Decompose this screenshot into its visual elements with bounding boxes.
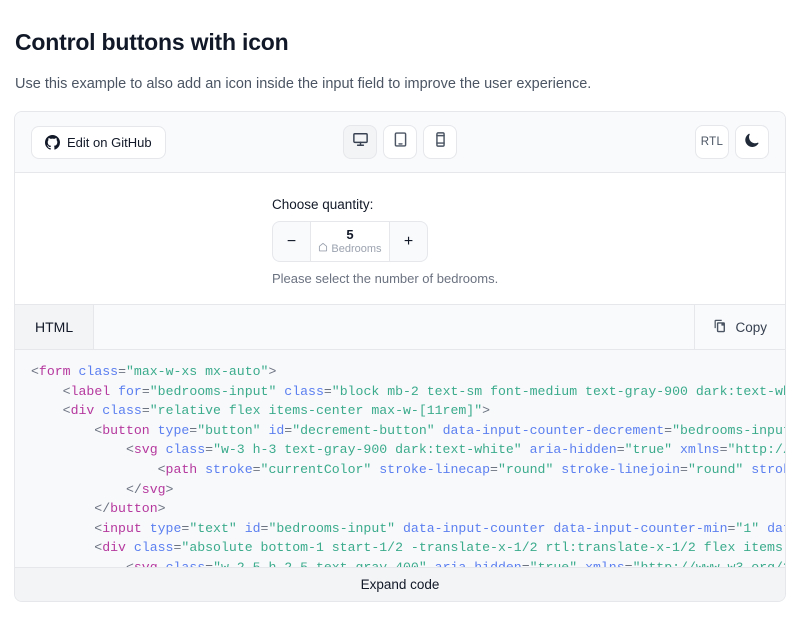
example-toolbar: Edit on GitHub RTL [15, 112, 785, 173]
github-icon [45, 135, 60, 150]
edit-on-github-button[interactable]: Edit on GitHub [31, 126, 166, 159]
page-subtitle: Use this example to also add an icon ins… [15, 75, 592, 92]
edit-on-github-label: Edit on GitHub [67, 135, 152, 150]
quantity-demo: Choose quantity: − 5 Bedrooms + Please s… [270, 197, 530, 286]
mobile-icon [432, 131, 449, 153]
page-root: Control buttons with icon Use this examp… [0, 0, 800, 625]
device-desktop-button[interactable] [343, 125, 377, 159]
quantity-label: Choose quantity: [272, 197, 374, 212]
code-line: <input type="text" id="bedrooms-input" d… [31, 520, 785, 536]
example-card: Edit on GitHub RTL Choose quantity: − 5 … [14, 111, 786, 602]
moon-icon [744, 132, 760, 153]
expand-code-button[interactable]: Expand code [15, 567, 785, 601]
code-line: <label for="bedrooms-input" class="block… [31, 383, 785, 399]
code-line: <div class="relative flex items-center m… [31, 403, 491, 419]
device-preview-group [343, 125, 457, 159]
bedrooms-input[interactable]: 5 Bedrooms [310, 221, 390, 262]
rtl-toggle-button[interactable]: RTL [695, 125, 729, 159]
code-line: <div class="absolute bottom-1 start-1/2 … [31, 540, 785, 556]
code-line: <form class="max-w-xs mx-auto"> [31, 364, 277, 379]
tablet-icon [392, 131, 409, 153]
device-tablet-button[interactable] [383, 125, 417, 159]
tab-html[interactable]: HTML [15, 305, 95, 349]
toolbar-right-group: RTL [695, 125, 769, 159]
desktop-icon [352, 131, 369, 153]
code-line: </button> [31, 501, 166, 517]
code-tabs-bar: HTML Copy [15, 305, 785, 350]
page-title: Control buttons with icon [15, 29, 289, 56]
bedrooms-input-value: 5 [346, 226, 354, 242]
code-line: <svg class="w-3 h-3 text-gray-900 dark:t… [31, 442, 785, 458]
bedrooms-unit-label: Bedrooms [331, 242, 382, 255]
quantity-stepper: − 5 Bedrooms + [272, 221, 428, 262]
quantity-helper-text: Please select the number of bedrooms. [272, 271, 499, 286]
example-preview: Choose quantity: − 5 Bedrooms + Please s… [15, 173, 785, 305]
code-line: <button type="button" id="decrement-butt… [31, 422, 785, 438]
bedrooms-unit: Bedrooms [318, 242, 382, 256]
device-mobile-button[interactable] [423, 125, 457, 159]
tabs-spacer [94, 305, 694, 349]
code-line: </svg> [31, 481, 174, 497]
copy-icon [713, 319, 727, 336]
home-icon [318, 242, 328, 256]
copy-button[interactable]: Copy [694, 305, 785, 349]
decrement-button[interactable]: − [272, 221, 310, 262]
code-block[interactable]: <form class="max-w-xs mx-auto"> <label f… [15, 350, 785, 568]
increment-button[interactable]: + [390, 221, 428, 262]
code-line: <path stroke="currentColor" stroke-linec… [31, 461, 785, 477]
theme-toggle-button[interactable] [735, 125, 769, 159]
copy-label: Copy [735, 319, 767, 335]
